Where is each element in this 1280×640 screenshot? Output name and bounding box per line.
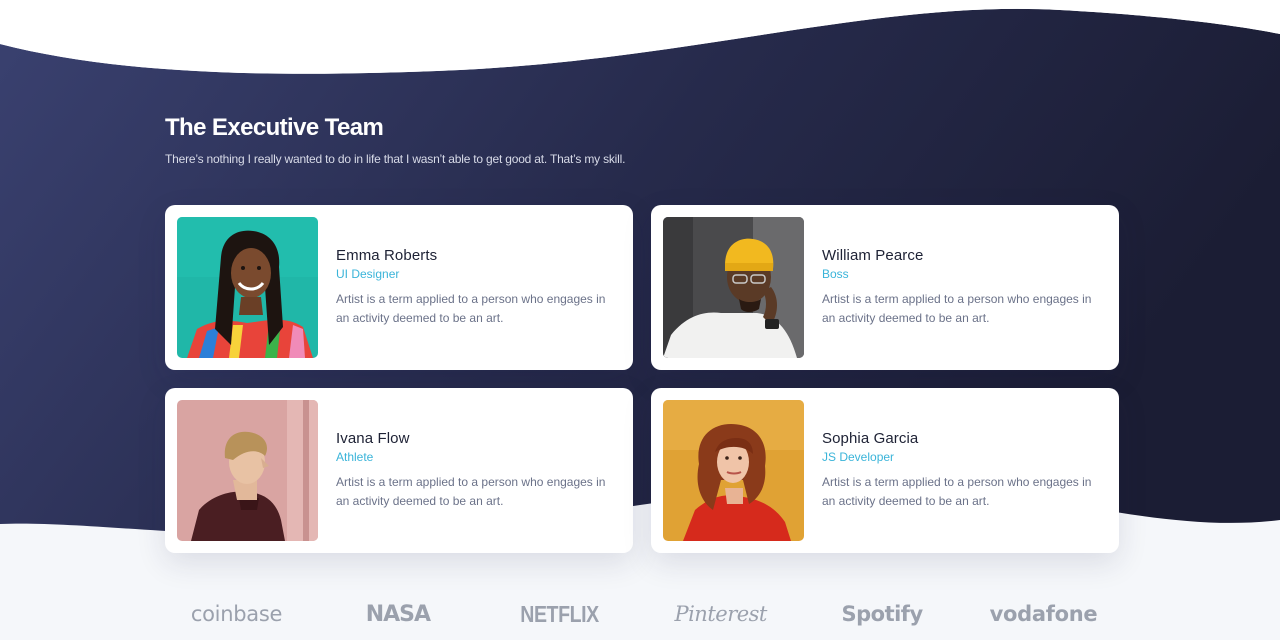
member-description: Artist is a term applied to a person who… (822, 292, 1092, 325)
section-title: The Executive Team (165, 114, 384, 141)
vodafone-logo[interactable]: vodafone (972, 602, 1115, 626)
member-description: Artist is a term applied to a person who… (336, 292, 606, 325)
partner-logos: coinbase NASA NETFLIX Pinterest Spotify … (165, 596, 1115, 632)
executive-team-section: The Executive Team There’s nothing I rea… (0, 0, 1280, 640)
spotify-logo[interactable]: Spotify (811, 602, 954, 626)
nasa-logo[interactable]: NASA (326, 602, 469, 627)
member-role: Boss (822, 267, 849, 281)
member-name: Ivana Flow (336, 430, 410, 447)
member-role: Athlete (336, 450, 374, 464)
member-name: William Pearce (822, 247, 924, 264)
member-role: UI Designer (336, 267, 400, 281)
section-subtitle: There’s nothing I really wanted to do in… (165, 152, 626, 166)
team-card-sophia-garcia[interactable]: Sophia Garcia JS Developer Artist is a t… (651, 388, 1119, 553)
coinbase-logo[interactable]: coinbase (165, 602, 308, 626)
team-card-emma-roberts[interactable]: Emma Roberts UI Designer Artist is a ter… (165, 205, 633, 370)
portrait-man-profile-icon (177, 400, 318, 541)
member-name: Sophia Garcia (822, 430, 919, 447)
member-description: Artist is a term applied to a person who… (336, 475, 606, 508)
member-name: Emma Roberts (336, 247, 438, 264)
member-description: Artist is a term applied to a person who… (822, 475, 1092, 508)
portrait-woman-braids-icon (177, 217, 318, 358)
pinterest-logo[interactable]: Pinterest (649, 602, 792, 626)
portrait-man-yellow-beanie-icon (663, 217, 804, 358)
member-role: JS Developer (822, 450, 895, 464)
team-card-ivana-flow[interactable]: Ivana Flow Athlete Artist is a term appl… (165, 388, 633, 553)
netflix-logo[interactable]: NETFLIX (499, 601, 621, 628)
team-card-william-pearce[interactable]: William Pearce Boss Artist is a term app… (651, 205, 1119, 370)
portrait-woman-curly-hair-icon (663, 400, 804, 541)
